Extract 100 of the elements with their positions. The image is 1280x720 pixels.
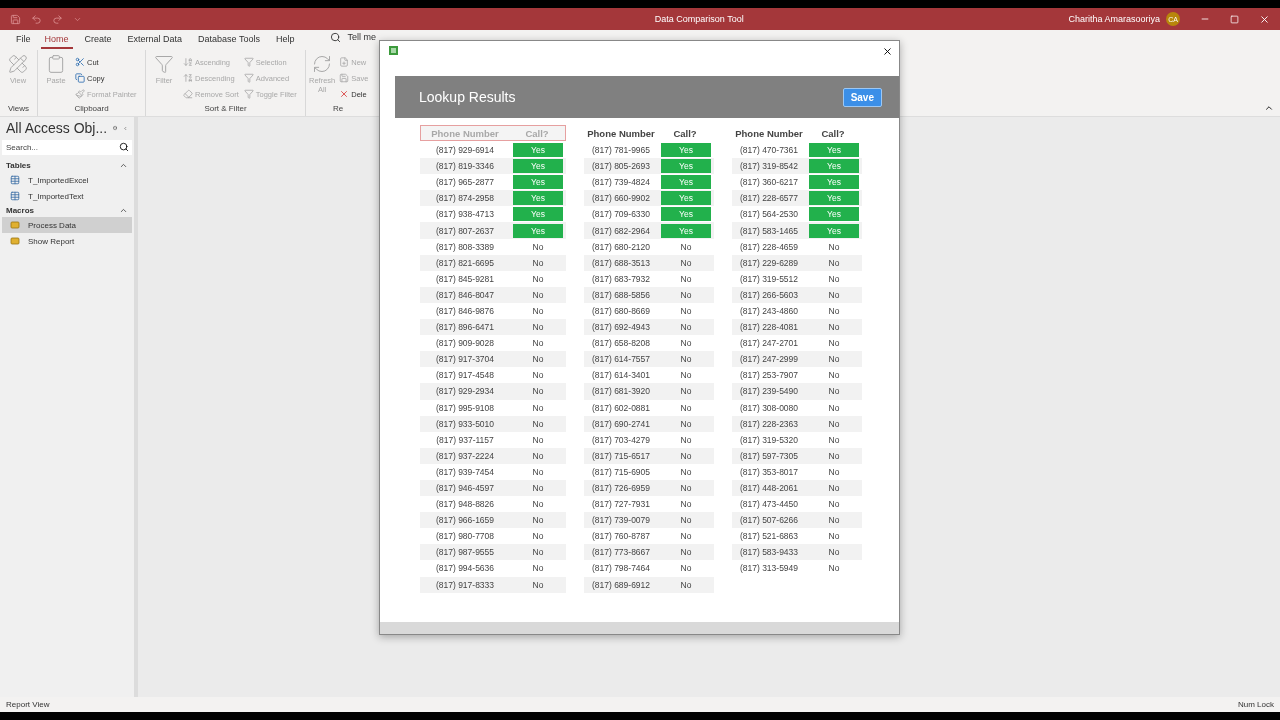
- save-button[interactable]: Save: [842, 87, 882, 107]
- table-cell-text: (817) 470-7361: [738, 145, 800, 156]
- table-cell-text: (817) 917-3704: [434, 354, 496, 365]
- table-cell: Yes: [809, 207, 859, 222]
- table-cell-text: No: [679, 562, 693, 576]
- menu-tab[interactable]: Help: [271, 31, 299, 49]
- table-cell-text: No: [531, 449, 545, 463]
- group-label: Sort & Filter: [203, 104, 248, 115]
- search-field[interactable]: Search...: [2, 140, 132, 155]
- table-cell-text: (817) 681-3920: [590, 386, 652, 397]
- table-cell-text: (817) 319-5320: [738, 434, 800, 445]
- table-icon: [10, 191, 20, 201]
- table-cell-text: (817) 680-8669: [590, 306, 652, 316]
- table-cell: Yes: [661, 223, 711, 238]
- menu-tab[interactable]: Create: [80, 31, 116, 49]
- table-cell-text: (817) 703-4279: [590, 434, 652, 445]
- collapse-ribbon-icon[interactable]: [1264, 103, 1274, 113]
- section-header[interactable]: Tables: [6, 161, 31, 170]
- table-cell-text: No: [531, 546, 545, 560]
- table-cell: Yes: [513, 143, 563, 158]
- table-cell-text: (817) 688-3513: [590, 257, 652, 268]
- sort-ascending-icon: [183, 57, 193, 67]
- table-cell-text: No: [827, 321, 841, 335]
- table-cell-text: (817) 253-7907: [738, 370, 800, 381]
- filter-icon: [154, 54, 174, 74]
- table-cell: Yes: [513, 191, 563, 206]
- nav-item[interactable]: Process Data: [2, 217, 132, 233]
- table-cell-text: No: [531, 288, 545, 302]
- table-cell-text: (817) 965-2877: [434, 177, 496, 188]
- table-cell-text: (817) 781-9965: [590, 145, 652, 156]
- refresh-icon: [312, 54, 333, 74]
- table-cell-text: No: [679, 256, 693, 270]
- table-cell-text: (817) 773-8667: [590, 547, 652, 558]
- sort-descending-icon: [183, 73, 193, 83]
- view-icon: [8, 54, 28, 74]
- table-icon: [10, 175, 20, 185]
- table-cell-text: No: [827, 385, 841, 399]
- nav-item[interactable]: T_ImportedExcel: [2, 172, 132, 188]
- menu-tab[interactable]: External Data: [123, 31, 187, 49]
- search-icon[interactable]: [119, 142, 129, 152]
- table-cell-text: (817) 980-7708: [434, 531, 496, 542]
- undo-icon[interactable]: [31, 13, 42, 25]
- column-header: Call?: [820, 127, 846, 139]
- table-cell-text: No: [531, 305, 545, 318]
- table-cell-text: No: [679, 482, 693, 495]
- table-cell-text: (817) 228-4081: [738, 322, 800, 333]
- table-cell-text: (817) 726-6959: [590, 483, 652, 493]
- table-cell-text: (817) 808-3389: [434, 241, 496, 252]
- table-cell-text: (817) 247-2999: [738, 354, 800, 365]
- nav-item[interactable]: Show Report: [2, 233, 132, 249]
- collapse-icon[interactable]: [119, 161, 128, 170]
- table-cell: Yes: [513, 159, 563, 174]
- table-cell-text: No: [827, 465, 841, 479]
- table-cell-text: (817) 807-2637: [434, 225, 496, 236]
- table-cell-text: (817) 909-9028: [434, 338, 496, 349]
- new-record-icon: [339, 57, 350, 67]
- table-cell-text: (817) 228-6577: [738, 193, 800, 204]
- menu-tab[interactable]: Database Tools: [194, 31, 264, 49]
- table-cell-text: No: [827, 272, 841, 286]
- table-cell-text: No: [679, 337, 693, 351]
- collapse-icon[interactable]: [119, 206, 128, 215]
- funnel-icon: [243, 73, 254, 83]
- table-cell-text: (817) 966-1659: [434, 515, 496, 526]
- save-icon[interactable]: [10, 13, 21, 25]
- table-cell-text: (817) 680-2120: [590, 241, 652, 252]
- table-cell-text: No: [679, 353, 693, 367]
- menu-tab[interactable]: File: [12, 31, 35, 49]
- table-cell-text: No: [531, 369, 545, 383]
- nav-item[interactable]: T_ImportedText: [2, 188, 132, 204]
- table-cell-text: (817) 933-5010: [434, 418, 496, 429]
- table-cell-text: (817) 929-6914: [434, 145, 496, 156]
- table-cell-text: No: [531, 417, 545, 431]
- table-cell-text: (817) 583-1465: [738, 225, 800, 236]
- table-cell-text: No: [827, 305, 841, 318]
- paste-icon: [46, 54, 66, 74]
- table-cell-text: (817) 614-7557: [590, 354, 652, 365]
- tell-me-field[interactable]: Tell me: [347, 32, 376, 42]
- table-cell: Yes: [661, 159, 711, 174]
- close-icon[interactable]: [882, 46, 893, 57]
- table-cell-text: (817) 727-7931: [590, 499, 652, 510]
- table-cell-text: No: [679, 305, 693, 318]
- table-cell-text: (817) 819-3346: [434, 161, 496, 172]
- table-cell-text: No: [679, 433, 693, 447]
- table-cell-text: (817) 688-5856: [590, 289, 652, 300]
- paintbrush-icon: [75, 89, 85, 99]
- table-cell-text: No: [531, 578, 545, 592]
- table-cell-text: No: [679, 546, 693, 560]
- section-header[interactable]: Macros: [6, 206, 34, 215]
- table-cell-text: (817) 938-4713: [434, 209, 496, 220]
- redo-icon[interactable]: [52, 13, 63, 25]
- column-header: Phone Number: [734, 127, 804, 139]
- table-cell-text: No: [531, 465, 545, 479]
- restore-icon[interactable]: [1230, 14, 1239, 24]
- dropdown-icon[interactable]: [113, 123, 118, 133]
- table-cell-text: (817) 946-4597: [434, 483, 496, 493]
- table-cell-text: (817) 987-9555: [434, 547, 496, 558]
- table-cell-text: (817) 709-6330: [590, 209, 652, 220]
- save-icon: [339, 73, 350, 83]
- search-icon[interactable]: [330, 31, 342, 43]
- table-cell-text: No: [531, 401, 545, 415]
